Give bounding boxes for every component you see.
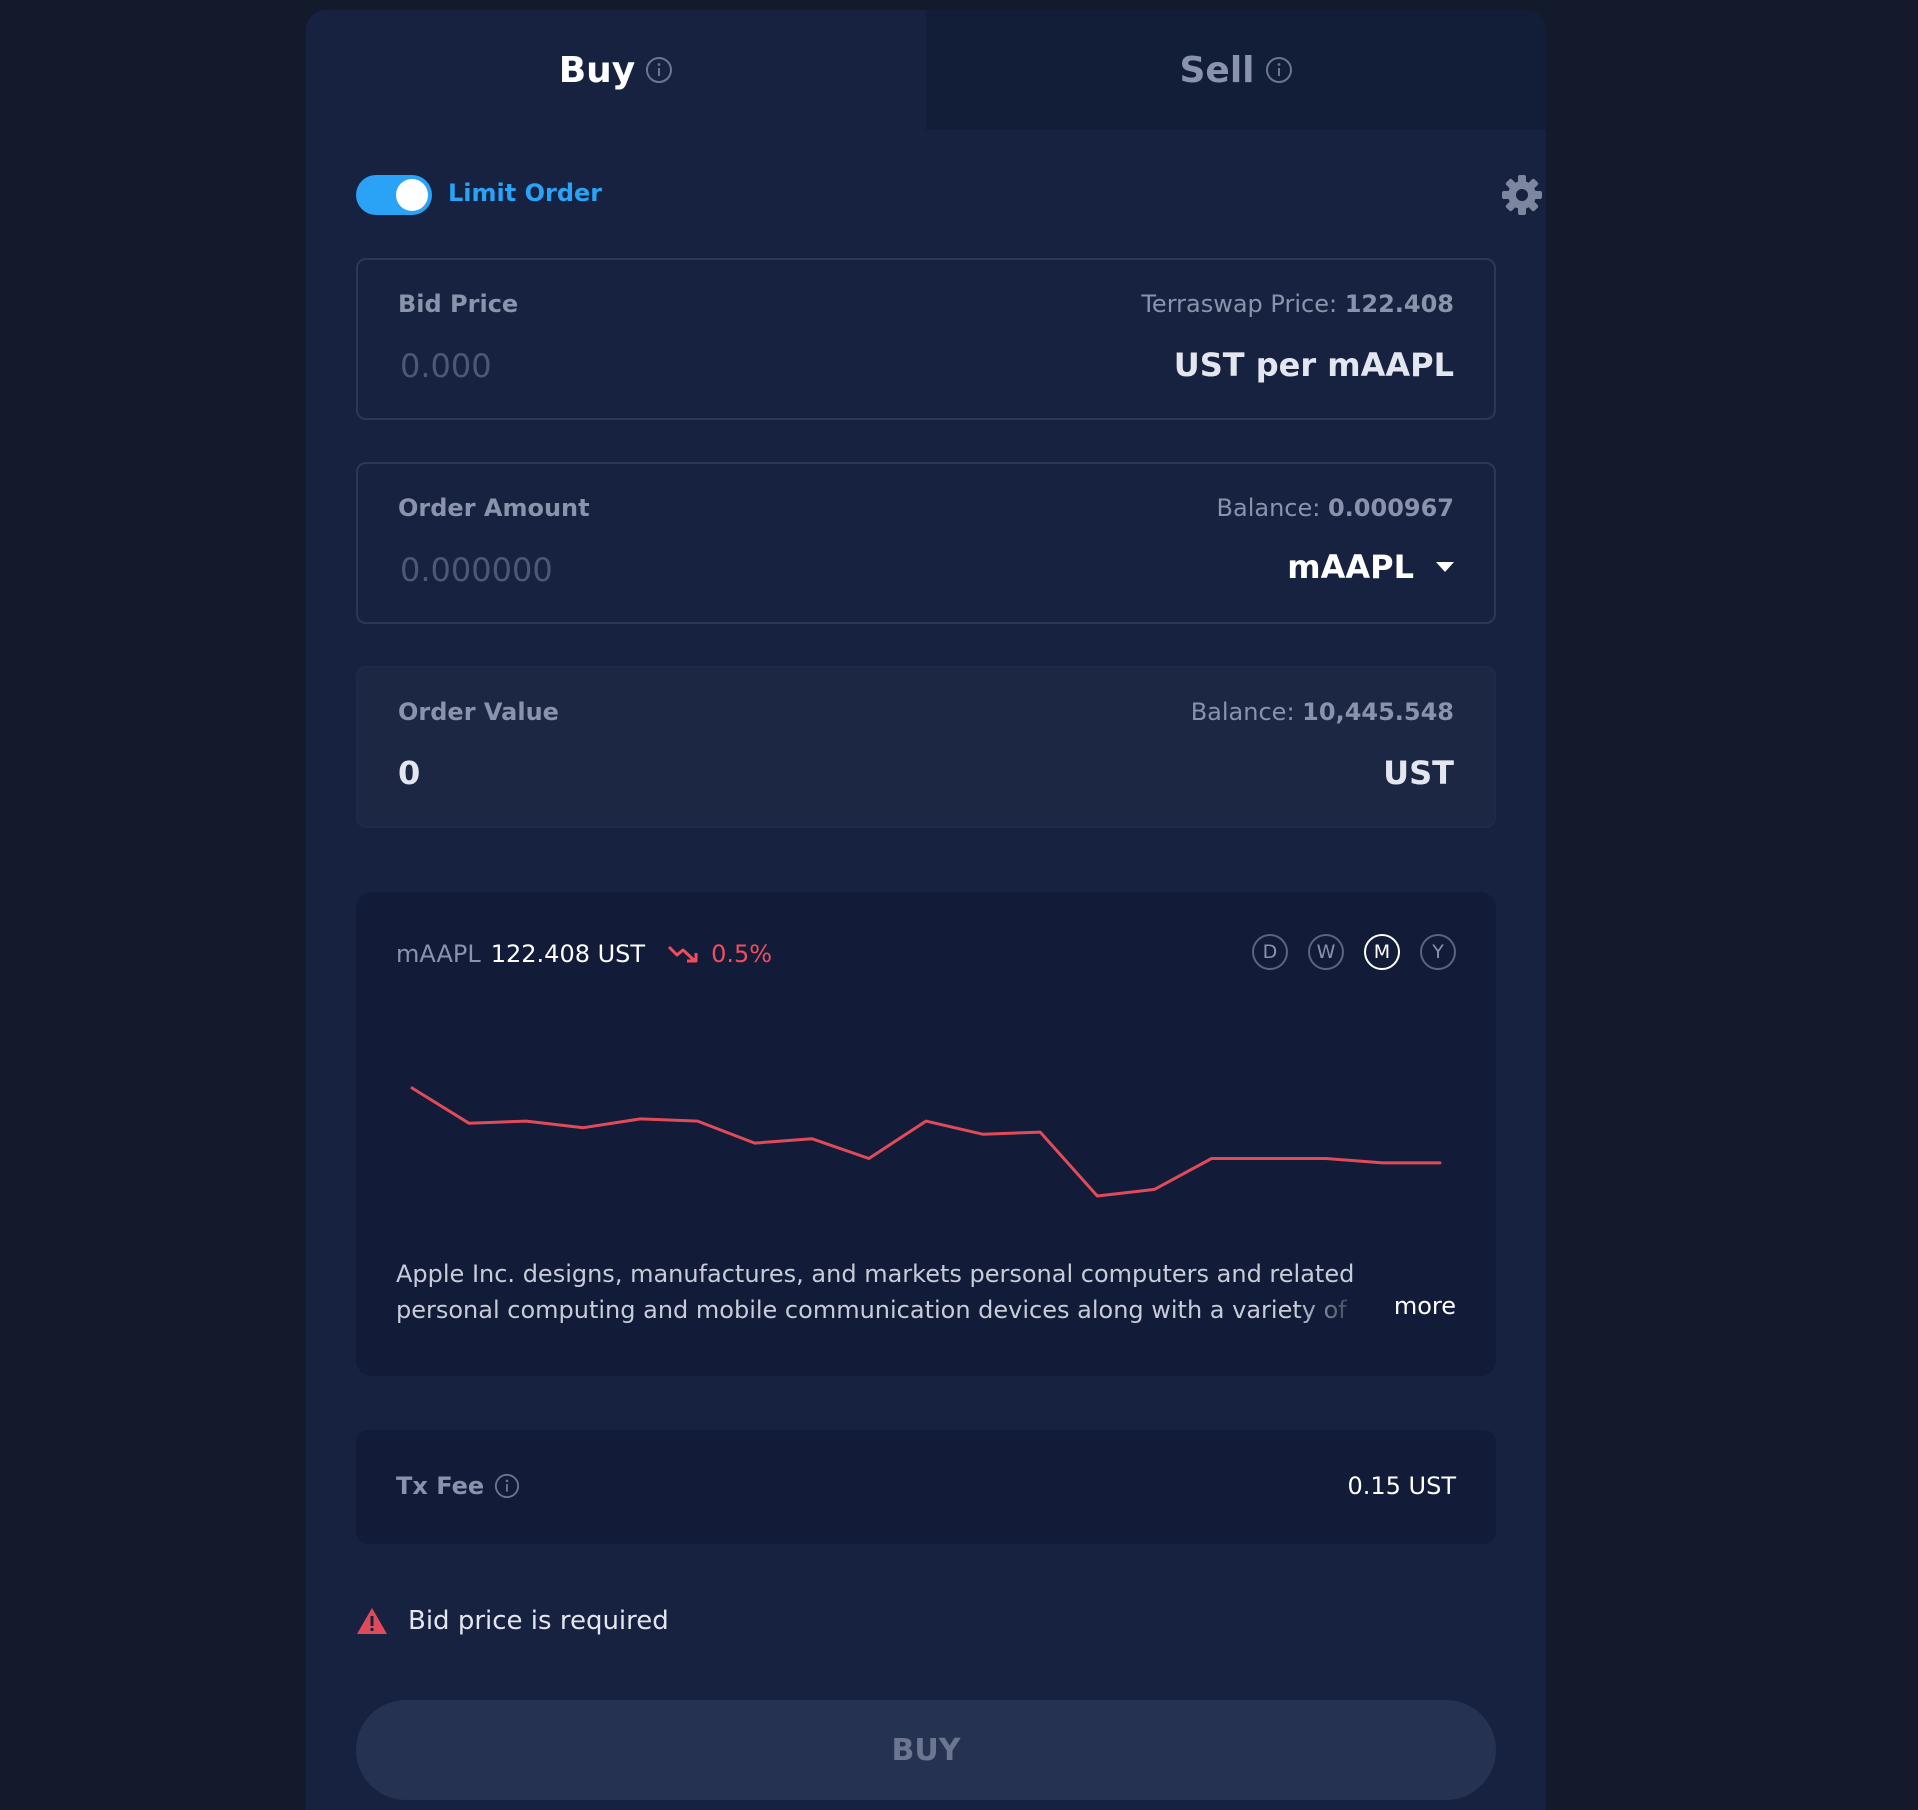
- tx-fee-label-group: Tx Fee: [396, 1472, 520, 1500]
- period-week-button[interactable]: W: [1308, 934, 1344, 970]
- price-series-line: [410, 1086, 1442, 1198]
- warning-icon: [357, 1608, 387, 1634]
- bid-price-input[interactable]: [398, 340, 962, 392]
- tab-sell-label: Sell: [1179, 49, 1255, 91]
- limit-order-row: Limit Order: [356, 173, 1542, 217]
- token-balance-value[interactable]: 0.000967: [1328, 494, 1454, 522]
- order-amount-input[interactable]: [398, 544, 962, 596]
- period-month-button[interactable]: M: [1364, 934, 1400, 970]
- tab-buy[interactable]: Buy: [306, 10, 926, 130]
- toggle-knob: [396, 179, 428, 211]
- order-value-field: Order Value Balance: 10,445.548 0 UST: [356, 666, 1496, 828]
- token-balance-label: Balance:: [1216, 494, 1321, 522]
- chart-symbol: mAAPL: [396, 940, 481, 968]
- order-value-unit: UST: [1383, 754, 1454, 792]
- tab-sell[interactable]: Sell: [926, 10, 1546, 130]
- tab-buy-label: Buy: [558, 49, 636, 91]
- chart-header: mAAPL 122.408 UST 0.5%: [396, 940, 772, 968]
- info-icon[interactable]: [1265, 56, 1293, 84]
- ust-balance-value[interactable]: 10,445.548: [1302, 698, 1454, 726]
- terraswap-price-value: 122.408: [1344, 290, 1454, 318]
- bid-price-label: Bid Price: [398, 290, 519, 318]
- description-fade: [1296, 1292, 1396, 1328]
- caret-down-icon: [1436, 562, 1454, 572]
- chart-price: 122.408 UST: [490, 940, 646, 968]
- trade-tabs: Buy Sell: [306, 10, 1546, 130]
- ust-balance-label: Balance:: [1190, 698, 1295, 726]
- period-day-button[interactable]: D: [1252, 934, 1288, 970]
- order-amount-label: Order Amount: [398, 494, 590, 522]
- bid-price-field: Bid Price Terraswap Price: 122.408 UST p…: [356, 258, 1496, 420]
- tx-fee-label: Tx Fee: [396, 1472, 485, 1500]
- period-selector: D W M Y: [1252, 934, 1456, 970]
- gear-icon[interactable]: [1500, 173, 1544, 217]
- tx-fee-value: 0.15 UST: [1347, 1472, 1456, 1500]
- tx-fee-row: Tx Fee 0.15 UST: [356, 1430, 1496, 1544]
- trade-panel: Buy Sell Limit Order Bid Price Terraswap…: [306, 10, 1546, 1810]
- price-change: 0.5%: [711, 940, 773, 968]
- limit-order-toggle[interactable]: [356, 175, 432, 215]
- price-chart-card: mAAPL 122.408 UST 0.5% D W M Y Apple Inc…: [356, 892, 1496, 1376]
- terraswap-price-label: Terraswap Price:: [1141, 290, 1338, 318]
- token-select-label: mAAPL: [1287, 548, 1414, 586]
- period-year-button[interactable]: Y: [1420, 934, 1456, 970]
- order-amount-field: Order Amount Balance: 0.000967 mAAPL: [356, 462, 1496, 624]
- ust-balance: Balance: 10,445.548: [1191, 698, 1454, 726]
- asset-description: Apple Inc. designs, manufactures, and ma…: [396, 1260, 1355, 1324]
- token-balance: Balance: 0.000967: [1217, 494, 1454, 522]
- more-link[interactable]: more: [1394, 1292, 1456, 1320]
- info-icon[interactable]: [645, 56, 673, 84]
- info-icon[interactable]: [494, 1473, 520, 1499]
- trend-down-icon: [668, 945, 698, 963]
- warning-text: Bid price is required: [408, 1606, 669, 1636]
- validation-warning: Bid price is required: [356, 1606, 669, 1636]
- order-value-label: Order Value: [398, 698, 559, 726]
- order-value: 0: [398, 754, 421, 792]
- bid-price-unit: UST per mAAPL: [1173, 346, 1454, 384]
- terraswap-price: Terraswap Price: 122.408: [1141, 290, 1454, 318]
- token-select[interactable]: mAAPL: [1287, 548, 1454, 586]
- buy-submit-button[interactable]: BUY: [356, 1700, 1496, 1800]
- price-line-chart: [410, 1086, 1442, 1198]
- limit-order-label[interactable]: Limit Order: [448, 179, 602, 207]
